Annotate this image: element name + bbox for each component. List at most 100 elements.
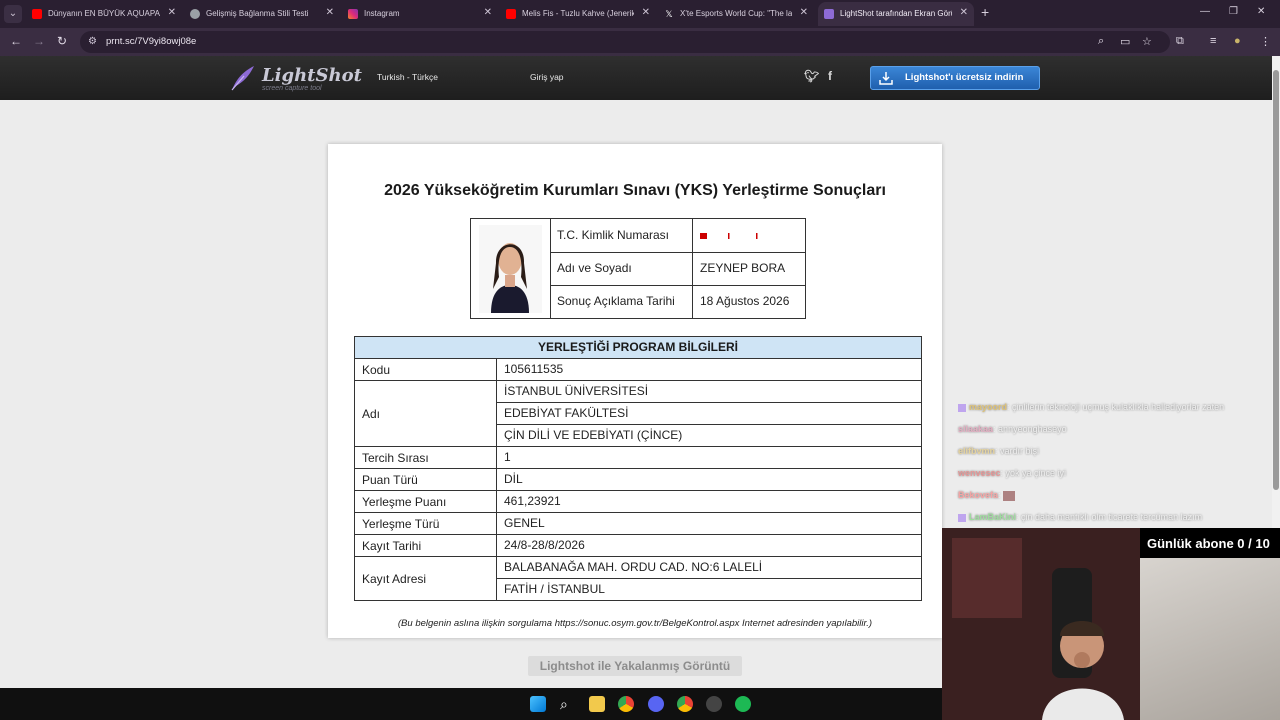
info-row-name: Adı ve Soyadı ZEYNEP BORA (550, 252, 805, 286)
chat-badge-icon (958, 403, 966, 412)
program-table-header: YERLEŞTİĞİ PROGRAM BİLGİLERİ (355, 337, 921, 359)
program-row: Puan Türü DİL (355, 469, 921, 491)
window-close-icon[interactable]: ✕ (1257, 6, 1265, 17)
lightshot-icon (824, 9, 834, 19)
login-link[interactable]: Giriş yap (530, 72, 564, 82)
stream-chat-overlay: mayoord: çinlilerin teknoloji uçmuş kula… (958, 400, 1258, 532)
bookmark-star-icon[interactable]: ☆ (1142, 35, 1152, 48)
info-row-result-date: Sonuç Açıklama Tarihi 18 Ağustos 2026 (550, 285, 805, 318)
tab-instagram[interactable]: Instagram ✕ (342, 2, 498, 26)
globe-icon (190, 9, 200, 19)
page-scrollbar-thumb[interactable] (1273, 70, 1279, 490)
webcam-feed (942, 528, 1140, 720)
close-icon[interactable]: ✕ (484, 7, 492, 18)
restore-icon[interactable]: ❐ (1229, 6, 1238, 17)
lightshot-logo-text[interactable]: LightShot (262, 65, 362, 86)
close-icon[interactable]: ✕ (642, 7, 650, 18)
profile-avatar-icon[interactable]: ● (1234, 35, 1241, 47)
tab-youtube-melis-fis[interactable]: Melis Fis - Tuzlu Kahve (Jenerik ✕ (500, 2, 656, 26)
chat-text: : çin daha mantıklı olm ticarete tercüma… (1016, 512, 1203, 522)
back-icon[interactable]: ← (10, 34, 22, 48)
program-row-label: Yerleşme Türü (355, 513, 497, 534)
tab-x-esports[interactable]: 𝕏 X'te Esports World Cup: "The la ✕ (658, 2, 814, 26)
more-menu-icon[interactable]: ⋮ (1260, 35, 1271, 48)
program-row-label: Kodu (355, 359, 497, 380)
discord-icon[interactable] (648, 696, 664, 712)
program-row: Kodu 105611535 (355, 359, 921, 381)
chrome-icon[interactable] (618, 696, 634, 712)
instagram-icon (348, 9, 358, 19)
program-row-label: Adı (355, 381, 497, 446)
browser-tab-strip: ⌄ Dünyanın EN BÜYÜK AQUAPARK ✕ Gelişmiş … (0, 0, 1280, 28)
spotify-icon[interactable] (735, 696, 751, 712)
reading-list-icon[interactable]: ≡ (1210, 35, 1216, 47)
program-row-value: 105611535 (504, 362, 564, 376)
chrome-profile-icon[interactable] (677, 696, 693, 712)
cast-icon[interactable]: ▭ (1120, 35, 1130, 48)
chat-username: LamBaKini (969, 512, 1017, 522)
chat-message: LamBaKini: çin daha mantıklı olm ticaret… (958, 510, 1258, 524)
chat-text: : annyeonghaseyo (993, 424, 1067, 434)
webcam-feed-background (1140, 558, 1280, 720)
close-icon[interactable]: ✕ (960, 7, 968, 18)
site-info-icon[interactable]: ⚙ (88, 36, 97, 47)
close-icon[interactable]: ✕ (168, 7, 176, 18)
x-icon: 𝕏 (665, 9, 673, 19)
program-row: Yerleşme Puanı 461,23921 (355, 491, 921, 513)
program-row: Kayıt Adresi BALABANAĞA MAH. ORDU CAD. NO… (355, 557, 921, 600)
extensions-icon[interactable]: ⧉ (1176, 35, 1184, 48)
program-row: Yerleşme Türü GENEL (355, 513, 921, 535)
screenshot-document: 2026 Yükseköğretim Kurumları Sınavı (YKS… (328, 144, 942, 638)
obs-icon[interactable] (706, 696, 722, 712)
url-bar[interactable]: ⚙ prnt.sc/7V9yi8owj08e (80, 31, 1170, 53)
chat-username: Bekovefa (958, 490, 999, 500)
download-button-label: Lightshot'ı ücretsiz indirin (905, 72, 1024, 83)
program-row-value: DİL (504, 472, 523, 486)
url-text[interactable]: prnt.sc/7V9yi8owj08e (106, 36, 196, 47)
new-tab-button[interactable]: + (981, 4, 989, 20)
tab-lightshot[interactable]: LightShot tarafından Ekran Görü ✕ (818, 2, 974, 26)
facebook-icon[interactable]: f (828, 69, 832, 83)
twitter-icon[interactable]: 🐦︎ (804, 69, 819, 83)
youtube-icon (506, 9, 516, 19)
download-button[interactable]: Lightshot'ı ücretsiz indirin (870, 66, 1040, 90)
chat-text: : vardır bişi (995, 446, 1040, 456)
chat-text: : (998, 490, 1001, 500)
program-row: Kayıt Tarihi 24/8-28/8/2026 (355, 535, 921, 557)
sub-goal-label: Günlük abone 0 / 10 (1147, 536, 1270, 551)
tab-youtube-aquapark[interactable]: Dünyanın EN BÜYÜK AQUAPARK ✕ (26, 2, 182, 26)
program-row-value: BALABANAĞA MAH. ORDU CAD. NO:6 LALELİ (497, 557, 921, 579)
chat-badge-icon (958, 513, 966, 522)
reload-icon[interactable]: ↻ (57, 34, 67, 48)
close-icon[interactable]: ✕ (800, 7, 808, 18)
program-row-value: EDEBİYAT FAKÜLTESİ (497, 403, 921, 425)
zoom-icon[interactable]: ⌕ (1098, 35, 1104, 48)
chat-message: silaakaa: annyeonghaseyo (958, 422, 1258, 436)
program-info-table: YERLEŞTİĞİ PROGRAM BİLGİLERİ Kodu 1056115… (354, 336, 922, 601)
lightshot-logo-subtitle: screen capture tool (262, 85, 322, 92)
chat-emote-icon (1003, 490, 1016, 501)
lightshot-caption: Lightshot ile Yakalanmış Görüntü (528, 656, 742, 676)
tab-search-icon[interactable]: ⌄ (4, 5, 22, 23)
minimize-icon[interactable]: — (1200, 6, 1210, 17)
program-row-value: 461,23921 (504, 494, 561, 508)
chat-message: Bekovefa: (958, 488, 1258, 502)
chat-message: mayoord: çinlilerin teknoloji uçmuş kula… (958, 400, 1258, 414)
search-icon[interactable]: ⌕ (560, 696, 576, 712)
program-row-value: FATİH / İSTANBUL (504, 582, 605, 596)
windows-start-icon[interactable] (530, 696, 546, 712)
program-row-value: ÇİN DİLİ VE EDEBİYATI (ÇİNCE) (504, 428, 683, 442)
tab-attachment-test[interactable]: Gelişmiş Bağlanma Stili Testi ✕ (184, 2, 340, 26)
close-icon[interactable]: ✕ (326, 7, 334, 18)
language-selector[interactable]: Turkish - Türkçe (377, 72, 438, 82)
program-row: Tercih Sırası 1 (355, 447, 921, 469)
program-row-value: GENEL (504, 516, 545, 530)
program-row-value: İSTANBUL ÜNİVERSİTESİ (497, 381, 921, 403)
forward-icon[interactable]: → (33, 34, 45, 48)
candidate-photo (471, 219, 551, 318)
youtube-icon (32, 9, 42, 19)
file-explorer-icon[interactable] (589, 696, 605, 712)
program-row-label: Kayıt Tarihi (355, 535, 497, 556)
windows-taskbar: ⌕ (0, 688, 942, 720)
candidate-info-table: T.C. Kimlik Numarası Adı ve Soyadı ZEYNE… (470, 218, 806, 319)
